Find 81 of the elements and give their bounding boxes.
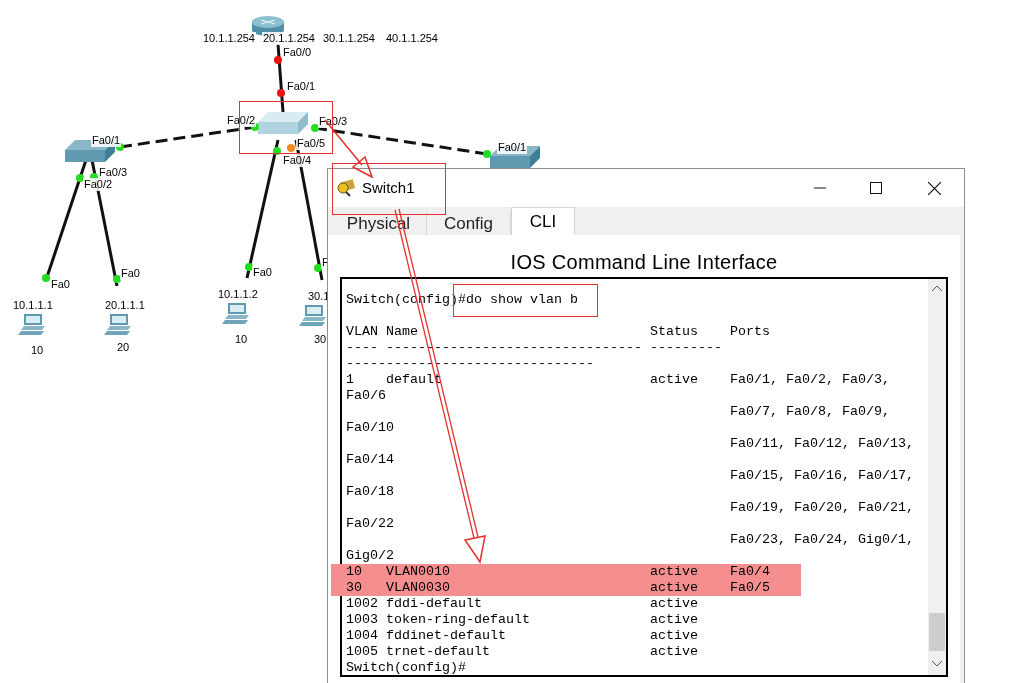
cli-text: 1005 (346, 644, 378, 659)
cli-line: Fa0/22 (346, 516, 395, 532)
cli-text: --------- (650, 340, 722, 355)
cli-text: VLAN0030 (386, 580, 450, 595)
cli-line: Switch(config)# (346, 660, 467, 676)
host-address: 10.1.1.2 (217, 288, 259, 301)
panel-heading: IOS Command Line Interface (509, 250, 779, 275)
cli-text: ---- (346, 340, 378, 355)
cli-text: Fa0/19, Fa0/20, Fa0/21, (730, 500, 914, 515)
port-label: Fa0/2 (83, 178, 114, 191)
cli-text: 1004 (346, 628, 378, 643)
cli-text: 1003 (346, 612, 378, 627)
cli-text: active (650, 644, 698, 659)
cli-text: Fa0/5 (730, 580, 770, 595)
port-label: Fa0/1 (286, 80, 317, 93)
cli-text: 10 (346, 564, 362, 579)
cli-text: Fa0/4 (730, 564, 770, 579)
cli-text: Fa0/15, Fa0/16, Fa0/17, (730, 468, 914, 483)
computer-icon[interactable] (222, 303, 249, 324)
cli-text: active (650, 580, 698, 595)
cli-text: active (650, 612, 698, 627)
cli-text: Ports (730, 324, 770, 339)
cli-text: Fa0/1, Fa0/2, Fa0/3, (730, 372, 890, 387)
cli-text: token-ring-default (386, 612, 530, 627)
cli-line: Fa0/6 (346, 388, 387, 404)
cli-line: Fa0/14 (346, 452, 395, 468)
vlan-number: 10 (234, 333, 249, 346)
cli-text: active (650, 596, 698, 611)
window-title: Switch1 (362, 177, 415, 198)
cli-text: Fa0/11, Fa0/12, Fa0/13, (730, 436, 914, 451)
scrollbar[interactable] (928, 279, 946, 675)
port-label: Fa0 (252, 266, 273, 279)
cli-text: VLAN (346, 324, 378, 339)
cli-text: VLAN0010 (386, 564, 450, 579)
cli-line: Fa0/10 (346, 420, 395, 436)
computer-icon[interactable] (104, 314, 131, 335)
computer-icon[interactable] (299, 305, 326, 326)
host-address: 10.1.1.1 (12, 299, 54, 312)
ip-address: 10.1.1.254 (202, 32, 256, 45)
cli-text: active (650, 628, 698, 643)
switch-icon[interactable] (258, 112, 308, 134)
cli-line: Gig0/2 (346, 548, 395, 564)
host-address: 20.1.1.1 (104, 299, 146, 312)
vlan-number: 30 (313, 333, 328, 346)
ip-address: 20.1.1.254 (262, 32, 316, 45)
cli-text: Fa0/7, Fa0/8, Fa0/9, (730, 404, 890, 419)
cli-text: Name (386, 324, 418, 339)
port-label: Fa0/5 (296, 137, 327, 150)
cli-text: 30 (346, 580, 362, 595)
close-icon (927, 181, 941, 195)
cli-text: 1002 (346, 596, 378, 611)
cli-text: 1 (346, 372, 354, 387)
tab[interactable]: CLI (511, 207, 575, 235)
scroll-down-icon[interactable] (932, 661, 942, 667)
maximize-icon (870, 182, 882, 194)
computer-icon[interactable] (18, 314, 45, 335)
port-label: Fa0/1 (497, 141, 528, 154)
vlan-number: 20 (116, 341, 131, 354)
cli-text: fddinet-default (386, 628, 506, 643)
cli-text: Fa0/23, Fa0/24, Gig0/1, (730, 532, 914, 547)
cli-line: ------------------------------- (346, 356, 595, 372)
port-label: Fa0/4 (282, 154, 313, 167)
cli-text: trnet-default (386, 644, 490, 659)
vlan-number: 10 (30, 344, 45, 357)
cli-text: fddi-default (386, 596, 482, 611)
port-label: Fa0 (50, 278, 71, 291)
scroll-thumb[interactable] (929, 613, 945, 651)
cli-text: -------------------------------- (386, 340, 642, 355)
cli-line: Fa0/18 (346, 484, 395, 500)
app-icon (336, 179, 356, 197)
port-label: Fa0 (120, 267, 141, 280)
cli-text: active (650, 372, 698, 387)
cli-text: active (650, 564, 698, 579)
port-label: Fa0/1 (91, 134, 122, 147)
ip-address: 30.1.1.254 (322, 32, 376, 45)
port-label: Fa0/3 (98, 166, 129, 179)
cli-text: Status (650, 324, 698, 339)
cable-line (276, 43, 285, 113)
ip-address: 40.1.1.254 (385, 32, 439, 45)
scroll-up-icon[interactable] (932, 285, 942, 291)
port-label: Fa0/0 (282, 46, 313, 59)
